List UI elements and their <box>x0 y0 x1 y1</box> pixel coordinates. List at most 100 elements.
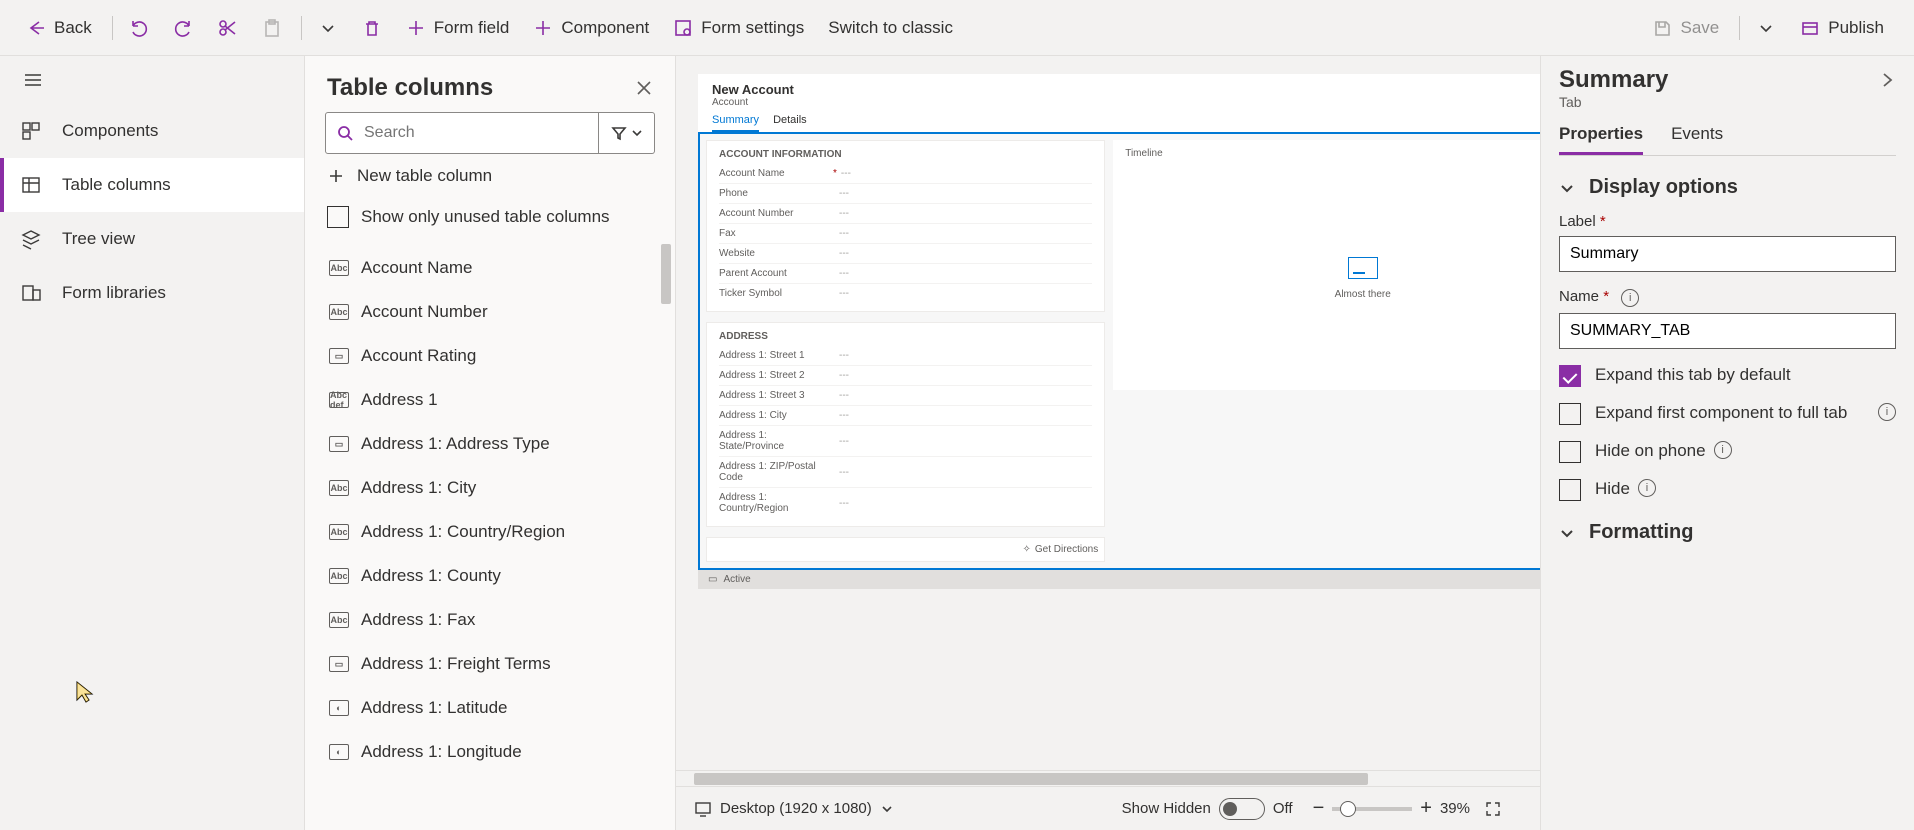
redo-button[interactable] <box>163 12 203 44</box>
form-field[interactable]: Website--- <box>719 244 1092 264</box>
get-directions-button[interactable]: ✧Get Directions <box>706 537 1105 562</box>
props-title: Summary <box>1559 66 1878 94</box>
column-item[interactable]: ▭Address 1: Freight Terms <box>329 642 675 686</box>
search-input-wrapper[interactable] <box>325 112 599 154</box>
show-unused-checkbox[interactable] <box>327 206 349 228</box>
switch-classic-label: Switch to classic <box>828 18 953 38</box>
type-icon: Abc <box>329 612 349 628</box>
form-settings-icon <box>673 18 693 38</box>
form-field[interactable]: Address 1: City--- <box>719 406 1092 426</box>
nav-form-libraries[interactable]: Form libraries <box>0 266 304 320</box>
section-account-info[interactable]: ACCOUNT INFORMATION Account Name*---Phon… <box>706 140 1105 312</box>
props-tab[interactable]: Events <box>1671 124 1723 155</box>
new-table-column-button[interactable]: New table column <box>305 154 675 198</box>
form-tab[interactable]: Details <box>773 114 807 132</box>
label-input[interactable] <box>1559 236 1896 272</box>
column-item[interactable]: ▭Account Rating <box>329 334 675 378</box>
section-timeline[interactable]: Timeline Almost there <box>1113 140 1540 390</box>
hamburger-button[interactable] <box>0 56 304 104</box>
field-value: --- <box>839 268 849 279</box>
info-icon[interactable]: i <box>1714 441 1732 459</box>
delete-button[interactable] <box>352 12 392 44</box>
undo-icon <box>129 18 149 38</box>
viewport-selector[interactable]: Desktop (1920 x 1080) <box>694 800 894 818</box>
expand-first-checkbox[interactable] <box>1559 403 1581 425</box>
column-item[interactable]: AbcAccount Name <box>329 246 675 290</box>
hide-phone-label: Hide on phone <box>1595 441 1706 461</box>
field-value: --- <box>839 436 849 447</box>
form-tab[interactable]: Summary <box>712 114 759 132</box>
scrollbar-thumb[interactable] <box>694 773 1368 785</box>
info-icon[interactable]: i <box>1878 403 1896 421</box>
trash-icon <box>362 18 382 38</box>
form-field[interactable]: Account Name*--- <box>719 164 1092 184</box>
field-label: Address 1: ZIP/Postal Code <box>719 461 829 483</box>
form-settings-button[interactable]: Form settings <box>663 12 814 44</box>
close-icon[interactable] <box>635 79 653 97</box>
column-item[interactable]: ▭Address 1: Address Type <box>329 422 675 466</box>
horizontal-scrollbar[interactable] <box>676 770 1540 786</box>
column-item[interactable]: AbcAddress 1: Country/Region <box>329 510 675 554</box>
column-item[interactable]: Abc defAddress 1 <box>329 378 675 422</box>
form-footer[interactable]: ▭Active <box>698 570 1540 589</box>
column-item[interactable]: ◐Address 1: Latitude <box>329 686 675 730</box>
field-value: --- <box>841 168 851 179</box>
zoom-slider[interactable] <box>1332 807 1412 811</box>
column-item[interactable]: AbcAddress 1: Fax <box>329 598 675 642</box>
form-field[interactable]: Address 1: ZIP/Postal Code--- <box>719 457 1092 488</box>
column-item[interactable]: ◐Address 1: Longitude <box>329 730 675 774</box>
name-input[interactable] <box>1559 313 1896 349</box>
formatting-header[interactable]: Formatting <box>1559 521 1896 544</box>
fit-screen-icon[interactable] <box>1484 800 1502 818</box>
add-component-button[interactable]: Component <box>523 12 659 44</box>
props-tab[interactable]: Properties <box>1559 124 1643 155</box>
form-field[interactable]: Address 1: Street 3--- <box>719 386 1092 406</box>
back-button[interactable]: Back <box>16 12 102 44</box>
arrow-left-icon <box>26 18 46 38</box>
search-input[interactable] <box>364 124 598 142</box>
column-item[interactable]: AbcAddress 1: County <box>329 554 675 598</box>
column-item[interactable]: AbcAddress 1: City <box>329 466 675 510</box>
cut-button[interactable] <box>207 12 247 44</box>
display-options-header[interactable]: Display options <box>1559 176 1896 199</box>
info-icon[interactable]: i <box>1621 289 1639 307</box>
form-settings-label: Form settings <box>701 18 804 38</box>
column-list[interactable]: AbcAccount NameAbcAccount Number▭Account… <box>305 242 675 830</box>
field-value: --- <box>839 370 849 381</box>
form-field[interactable]: Phone--- <box>719 184 1092 204</box>
scrollbar-track[interactable] <box>663 242 673 830</box>
form-field[interactable]: Address 1: Street 2--- <box>719 366 1092 386</box>
scrollbar-thumb[interactable] <box>661 244 671 304</box>
filter-button[interactable] <box>599 112 655 154</box>
hide-phone-checkbox[interactable] <box>1559 441 1581 463</box>
scissors-icon <box>217 18 237 38</box>
paste-more-button[interactable] <box>308 12 348 44</box>
zoom-in-button[interactable]: + <box>1420 797 1432 820</box>
switch-classic-button[interactable]: Switch to classic <box>818 12 963 44</box>
form-field[interactable]: Address 1: State/Province--- <box>719 426 1092 457</box>
info-icon[interactable]: i <box>1638 479 1656 497</box>
section-address[interactable]: ADDRESS Address 1: Street 1---Address 1:… <box>706 322 1105 527</box>
undo-button[interactable] <box>119 12 159 44</box>
expand-default-checkbox[interactable] <box>1559 365 1581 387</box>
panel-title: Table columns <box>327 74 635 102</box>
nav-tree-view[interactable]: Tree view <box>0 212 304 266</box>
form-header[interactable]: New Account Account SummaryDetails <box>698 74 1540 134</box>
form-field[interactable]: Address 1: Street 1--- <box>719 346 1092 366</box>
zoom-out-button[interactable]: − <box>1313 797 1325 820</box>
add-form-field-button[interactable]: Form field <box>396 12 520 44</box>
hide-checkbox[interactable] <box>1559 479 1581 501</box>
column-item[interactable]: AbcAccount Number <box>329 290 675 334</box>
form-field[interactable]: Address 1: Country/Region--- <box>719 488 1092 518</box>
show-hidden-toggle[interactable] <box>1219 798 1265 820</box>
form-field[interactable]: Parent Account--- <box>719 264 1092 284</box>
form-field[interactable]: Fax--- <box>719 224 1092 244</box>
nav-table-columns[interactable]: Table columns <box>0 158 304 212</box>
publish-button[interactable]: Publish <box>1790 12 1894 44</box>
save-more-button[interactable] <box>1746 12 1786 44</box>
nav-components[interactable]: Components <box>0 104 304 158</box>
form-field[interactable]: Account Number--- <box>719 204 1092 224</box>
field-value: --- <box>839 410 849 421</box>
form-field[interactable]: Ticker Symbol--- <box>719 284 1092 303</box>
chevron-right-icon[interactable] <box>1878 71 1896 89</box>
